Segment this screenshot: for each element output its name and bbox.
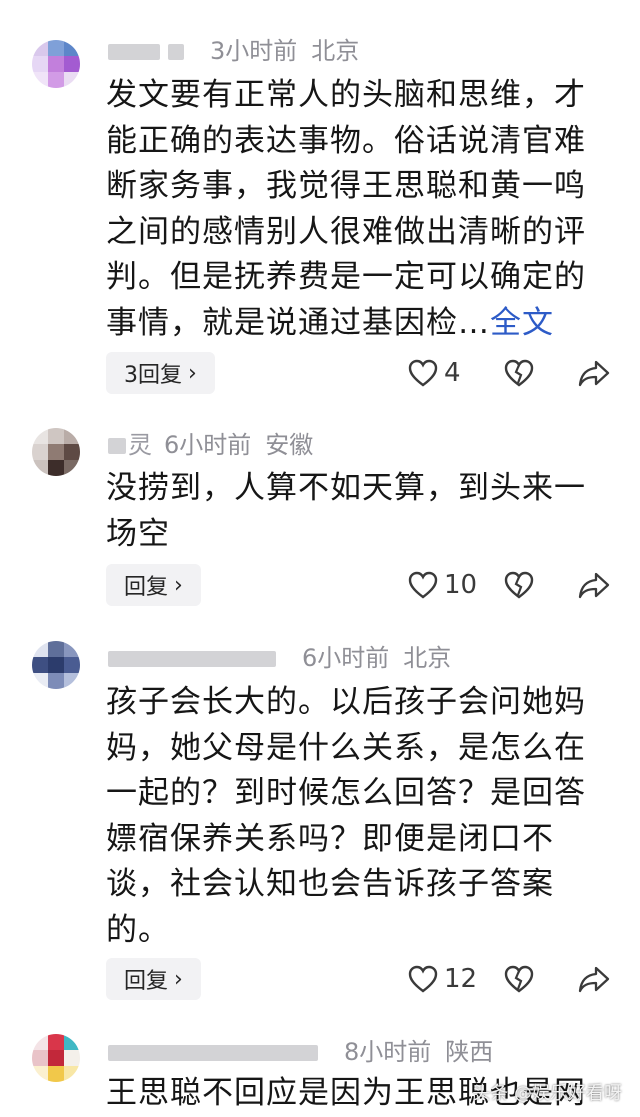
comment-body: 没捞到，人算不如天算，到头来一场空 <box>106 470 586 552</box>
reply-button[interactable]: 回复 › <box>106 564 201 606</box>
reply-label: 3回复 <box>124 363 182 388</box>
reply-label: 回复 <box>124 575 169 600</box>
reply-label: 回复 <box>124 969 169 994</box>
comment-body: 发文要有正常人的头脑和思维，才能正确的表达事物。俗话说清官难断家务事，我觉得王思… <box>106 77 586 341</box>
nickname-redacted <box>108 44 160 60</box>
heart-outline-icon <box>408 571 438 599</box>
comment-actions: 4 <box>408 352 610 394</box>
share-button[interactable] <box>578 359 610 387</box>
dislike-button[interactable] <box>504 571 534 599</box>
broken-heart-icon <box>504 571 534 599</box>
share-arrow-icon <box>578 572 610 599</box>
avatar[interactable] <box>32 40 80 88</box>
dislike-button[interactable] <box>504 965 534 993</box>
share-arrow-icon <box>578 966 610 993</box>
like-count: 10 <box>444 570 478 600</box>
reply-button[interactable]: 3回复 › <box>106 352 215 394</box>
comment-text: 没捞到，人算不如天算，到头来一场空 <box>106 466 598 557</box>
chevron-right-icon: › <box>188 360 197 386</box>
dislike-button[interactable] <box>504 359 534 387</box>
heart-outline-icon <box>408 359 438 387</box>
comment-location: 北京 <box>403 644 452 672</box>
share-button[interactable] <box>578 965 610 993</box>
like-button[interactable]: 4 <box>408 358 490 388</box>
nickname-redacted <box>168 44 184 60</box>
comment-location: 陕西 <box>445 1038 494 1066</box>
comment-time: 8小时前 <box>344 1038 432 1066</box>
nickname[interactable]: 灵 <box>128 431 152 459</box>
watermark: 头条 @娱乐好看呀 <box>472 1083 622 1104</box>
comment-time: 6小时前 <box>302 644 390 672</box>
comment-location: 北京 <box>311 37 360 65</box>
comment-text: 发文要有正常人的头脑和思维，才能正确的表达事物。俗话说清官难断家务事，我觉得王思… <box>106 73 606 347</box>
nickname-redacted <box>108 1045 318 1061</box>
comment-meta: 6小时前 北京 <box>108 644 451 672</box>
chevron-right-icon: › <box>174 966 183 992</box>
comment-body: 孩子会长大的。以后孩子会问她妈妈，她父母是什么关系，是怎么在一起的？到时候怎么回… <box>106 684 586 948</box>
like-button[interactable]: 10 <box>408 570 490 600</box>
like-button[interactable]: 12 <box>408 964 490 994</box>
nickname-redacted <box>108 438 126 454</box>
share-arrow-icon <box>578 360 610 387</box>
comment-location: 安徽 <box>265 431 314 459</box>
avatar[interactable] <box>32 1034 80 1082</box>
share-button[interactable] <box>578 571 610 599</box>
comment-meta: 灵 6小时前 安徽 <box>108 431 313 459</box>
comment-text: 孩子会长大的。以后孩子会问她妈妈，她父母是什么关系，是怎么在一起的？到时候怎么回… <box>106 680 606 954</box>
comment-actions: 10 <box>408 564 610 606</box>
like-count: 4 <box>444 358 461 388</box>
heart-outline-icon <box>408 965 438 993</box>
expand-link[interactable]: 全文 <box>490 305 554 341</box>
avatar[interactable] <box>32 641 80 689</box>
comment-time: 6小时前 <box>164 431 252 459</box>
comment-meta: 3小时前 北京 <box>108 37 359 65</box>
chevron-right-icon: › <box>174 572 183 598</box>
like-count: 12 <box>444 964 478 994</box>
avatar[interactable] <box>32 428 80 476</box>
broken-heart-icon <box>504 359 534 387</box>
reply-button[interactable]: 回复 › <box>106 958 201 1000</box>
comment-actions: 12 <box>408 958 610 1000</box>
nickname-redacted <box>108 651 276 667</box>
broken-heart-icon <box>504 965 534 993</box>
comment-time: 3小时前 <box>210 37 298 65</box>
comment-meta: 8小时前 陕西 <box>108 1038 493 1066</box>
